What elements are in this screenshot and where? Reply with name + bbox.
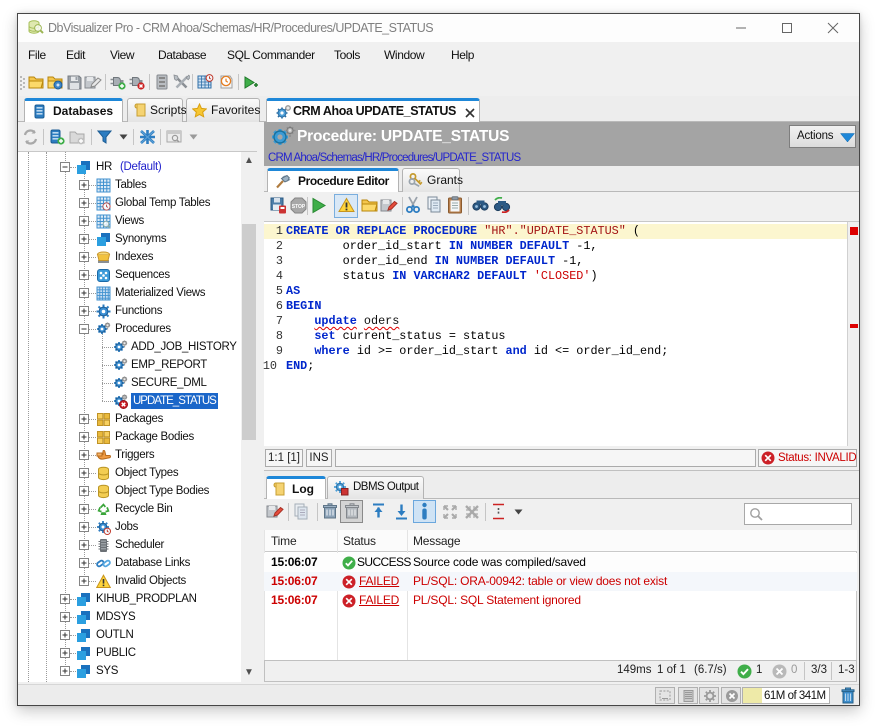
svg-text:STOP: STOP — [292, 204, 306, 210]
